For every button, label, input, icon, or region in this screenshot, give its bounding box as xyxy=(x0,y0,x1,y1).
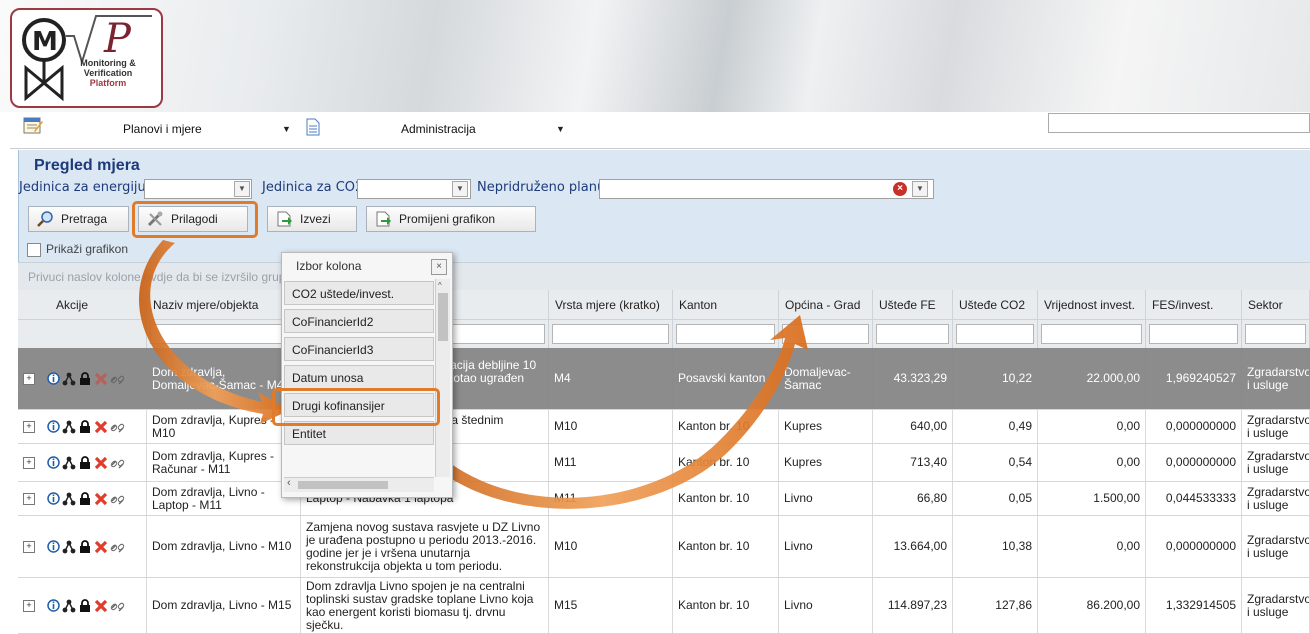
drugi-kofinansijer-highlight xyxy=(272,388,440,426)
scroll-left-icon[interactable]: ‹ xyxy=(287,477,291,489)
column-option[interactable]: CoFinancierId2 xyxy=(284,309,434,333)
column-option[interactable]: CO2 uštede/invest. xyxy=(284,281,434,305)
arrow-1 xyxy=(138,240,290,424)
scroll-up-icon[interactable]: ^ xyxy=(438,281,442,290)
scroll-thumb[interactable] xyxy=(438,293,448,341)
popup-title: Izbor kolona xyxy=(296,259,362,273)
column-chooser-popup: Izbor kolona × CO2 uštede/invest. CoFinan… xyxy=(281,252,453,498)
column-option[interactable]: Datum unosa xyxy=(284,365,434,389)
column-option[interactable]: CoFinancierId3 xyxy=(284,337,434,361)
annotation-arrows xyxy=(138,240,808,509)
arrow-2 xyxy=(398,315,808,509)
popup-scrollbar[interactable]: ^ xyxy=(435,279,450,477)
scroll-thumb-horizontal[interactable] xyxy=(298,481,388,489)
close-icon[interactable]: × xyxy=(431,259,447,275)
popup-horizontal-scrollbar[interactable]: ‹ xyxy=(284,477,434,492)
